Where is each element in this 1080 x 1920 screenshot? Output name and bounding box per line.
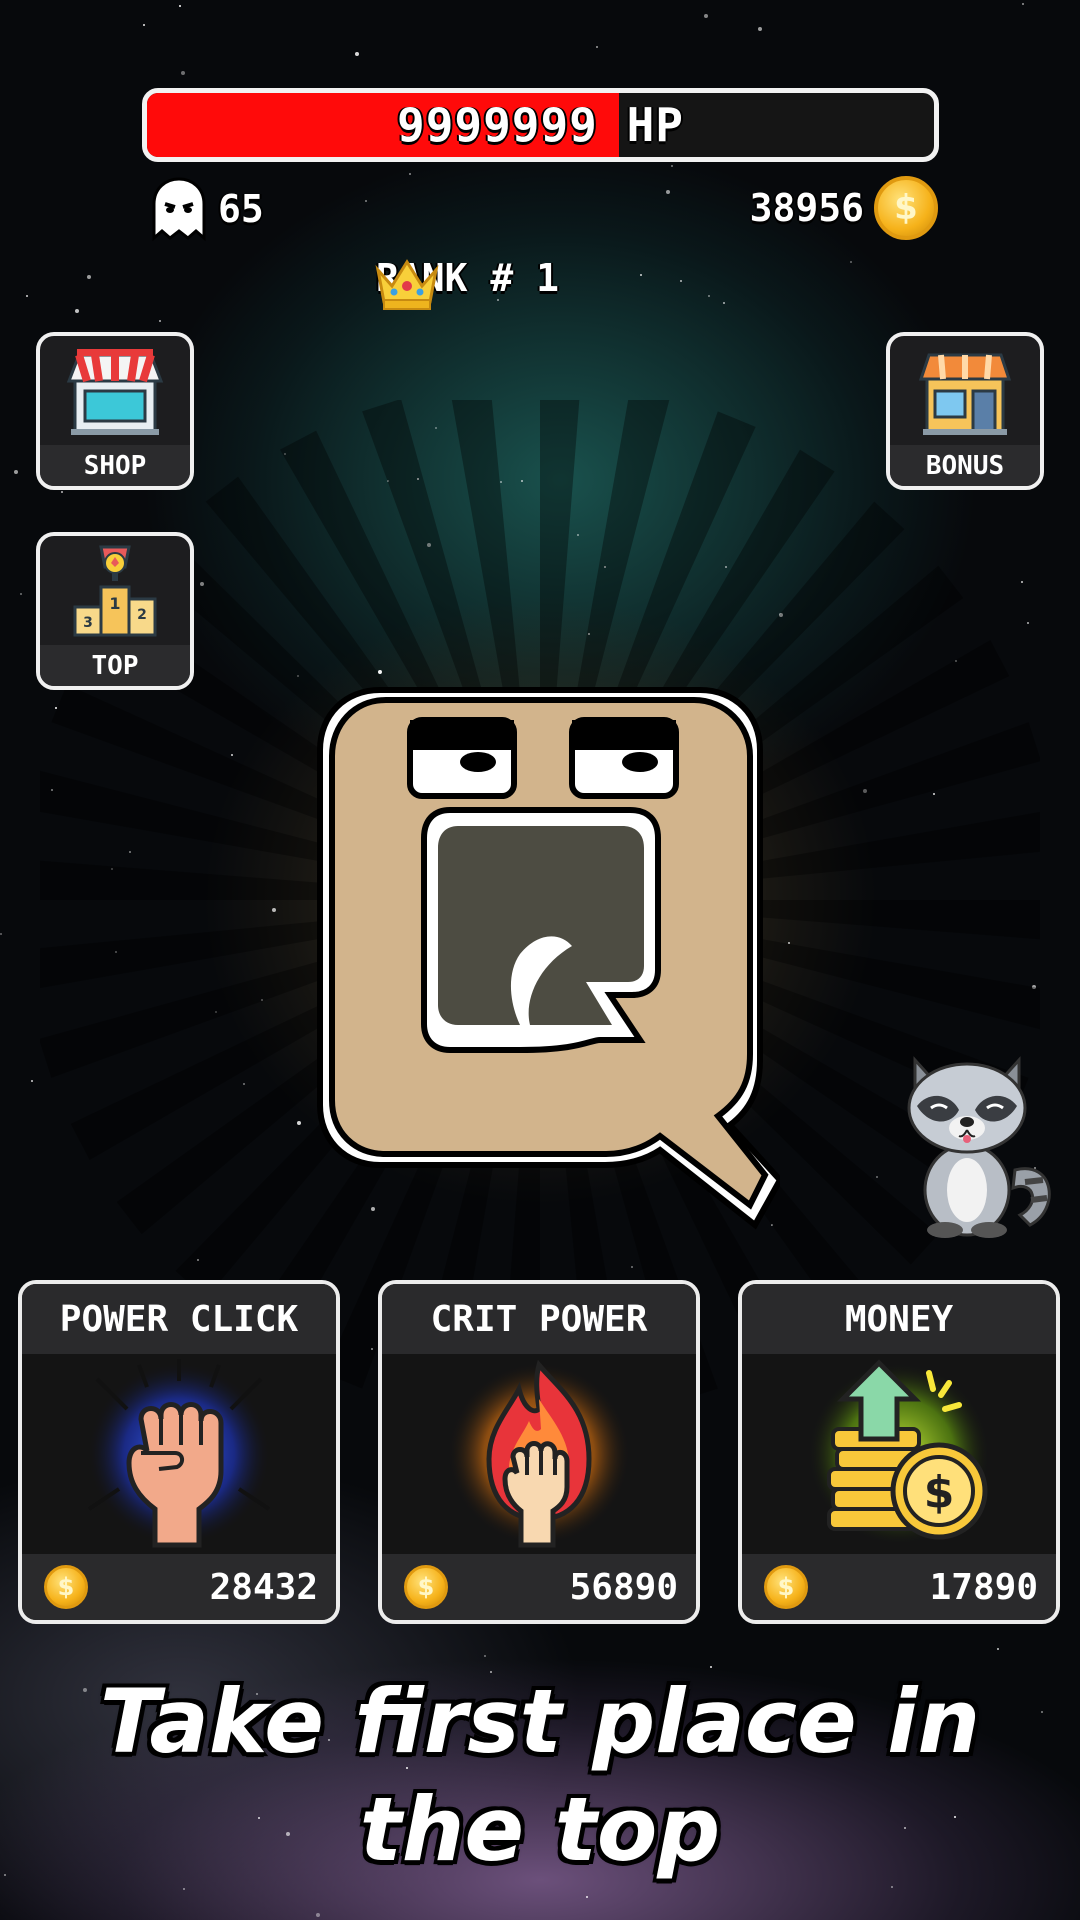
- coin-icon: $: [874, 176, 938, 240]
- upgrade-title: MONEY: [742, 1284, 1056, 1354]
- upgrade-price: 17890: [929, 1566, 1038, 1608]
- coin-icon: $: [764, 1565, 808, 1609]
- money-card[interactable]: MONEY $ $ 17890: [738, 1280, 1060, 1624]
- upgrade-price: 28432: [209, 1566, 318, 1608]
- letter-q-monster[interactable]: [310, 670, 780, 1260]
- bonus-label: BONUS: [890, 445, 1040, 486]
- shop-label: SHOP: [40, 445, 190, 486]
- coin-balance-value: 38956: [749, 186, 864, 230]
- fire-fist-icon: [382, 1354, 696, 1554]
- svg-text:1: 1: [109, 594, 120, 613]
- svg-text:$: $: [924, 1467, 955, 1518]
- bonus-button[interactable]: BONUS: [886, 332, 1044, 490]
- ghost-icon: [152, 177, 206, 242]
- top-button[interactable]: 1 2 3 TOP: [36, 532, 194, 690]
- coin-balance: 38956 $: [750, 176, 938, 240]
- podium-icon: 1 2 3: [65, 536, 165, 645]
- upgrade-price-row: $ 56890: [382, 1554, 696, 1620]
- shop-button[interactable]: SHOP: [36, 332, 194, 490]
- svg-text:3: 3: [83, 615, 93, 631]
- kills-counter: 65: [150, 176, 264, 242]
- fist-icon: [22, 1354, 336, 1554]
- hp-bar: 9999999 HP: [142, 88, 939, 162]
- upgrade-price-row: $ 17890: [742, 1554, 1056, 1620]
- coin-icon: $: [404, 1565, 448, 1609]
- shop-icon: [65, 336, 165, 445]
- promo-tagline: Take first place in the top: [99, 1670, 981, 1881]
- upgrade-price: 56890: [569, 1566, 678, 1608]
- upgrade-title: POWER CLICK: [22, 1284, 336, 1354]
- hp-text: 9999999 HP: [397, 98, 684, 152]
- power-click-card[interactable]: POWER CLICK $ 28432: [18, 1280, 340, 1624]
- top-label: TOP: [40, 645, 190, 686]
- upgrade-title: CRIT POWER: [382, 1284, 696, 1354]
- kills-value: 65: [218, 187, 264, 231]
- crit-power-card[interactable]: CRIT POWER $ 56890: [378, 1280, 700, 1624]
- crown-icon: [375, 259, 439, 310]
- upgrade-price-row: $ 28432: [22, 1554, 336, 1620]
- raccoon-pet[interactable]: [895, 1040, 1055, 1240]
- store-icon: [915, 336, 1015, 445]
- coin-icon: $: [44, 1565, 88, 1609]
- svg-text:2: 2: [137, 607, 147, 623]
- money-growth-icon: $: [742, 1354, 1056, 1554]
